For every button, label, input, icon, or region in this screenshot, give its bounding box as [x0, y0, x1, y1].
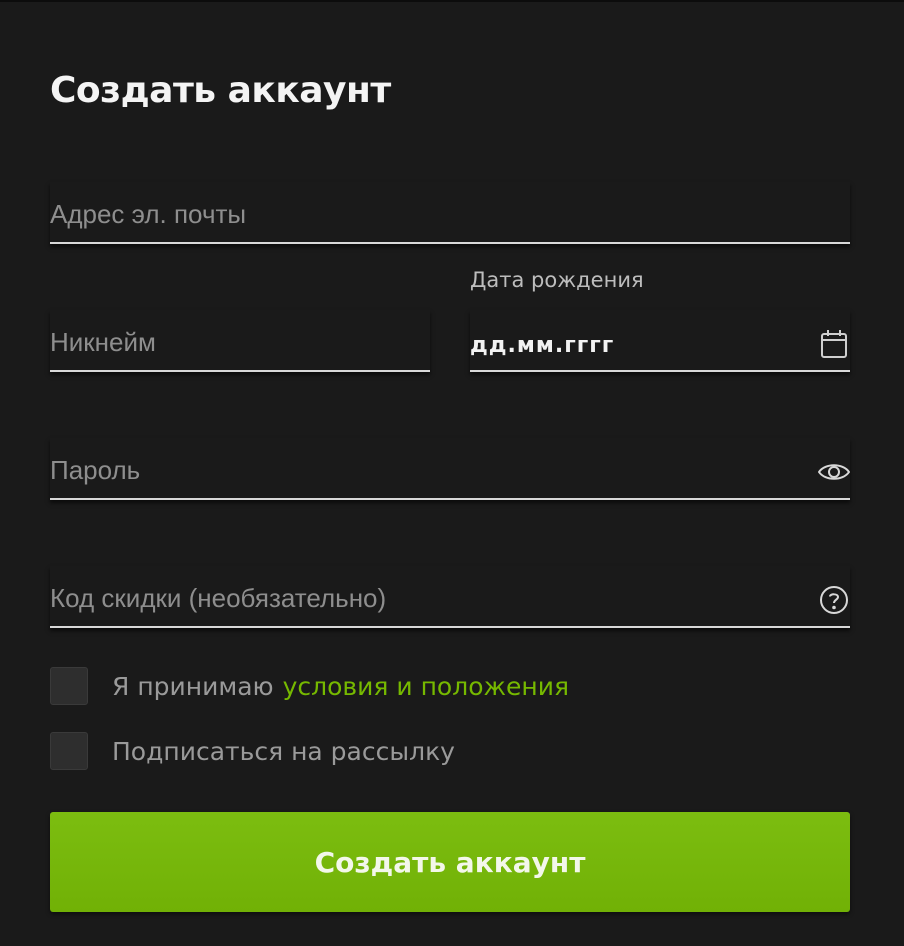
password-field-wrapper — [50, 438, 850, 500]
discount-field-wrapper — [50, 566, 850, 628]
email-field-wrapper — [50, 182, 850, 244]
email-field[interactable] — [50, 199, 800, 230]
terms-row: Я принимаю условия и положения — [50, 667, 569, 705]
calendar-icon[interactable] — [818, 328, 850, 360]
terms-text: Я принимаю — [112, 671, 274, 701]
birthdate-label: Дата рождения — [470, 268, 644, 292]
nickname-field-wrapper — [50, 310, 430, 372]
help-circle-icon[interactable] — [818, 584, 850, 616]
newsletter-row: Подписаться на рассылку — [50, 732, 455, 770]
password-field[interactable] — [50, 455, 800, 486]
eye-icon[interactable] — [818, 456, 850, 488]
birthdate-value: дд.мм.гггг — [470, 333, 615, 358]
nickname-field[interactable] — [50, 327, 380, 358]
terms-link[interactable]: условия и положения — [283, 672, 569, 701]
signup-card: Создать аккаунт Дата рождения дд.мм.гггг — [0, 0, 904, 946]
birthdate-field[interactable]: Дата рождения дд.мм.гггг — [470, 268, 850, 372]
terms-checkbox[interactable] — [50, 667, 88, 705]
page-title: Создать аккаунт — [50, 70, 391, 111]
newsletter-text: Подписаться на рассылку — [112, 736, 455, 766]
create-account-button[interactable]: Создать аккаунт — [50, 812, 850, 912]
discount-code-field[interactable] — [50, 583, 800, 614]
newsletter-checkbox[interactable] — [50, 732, 88, 770]
